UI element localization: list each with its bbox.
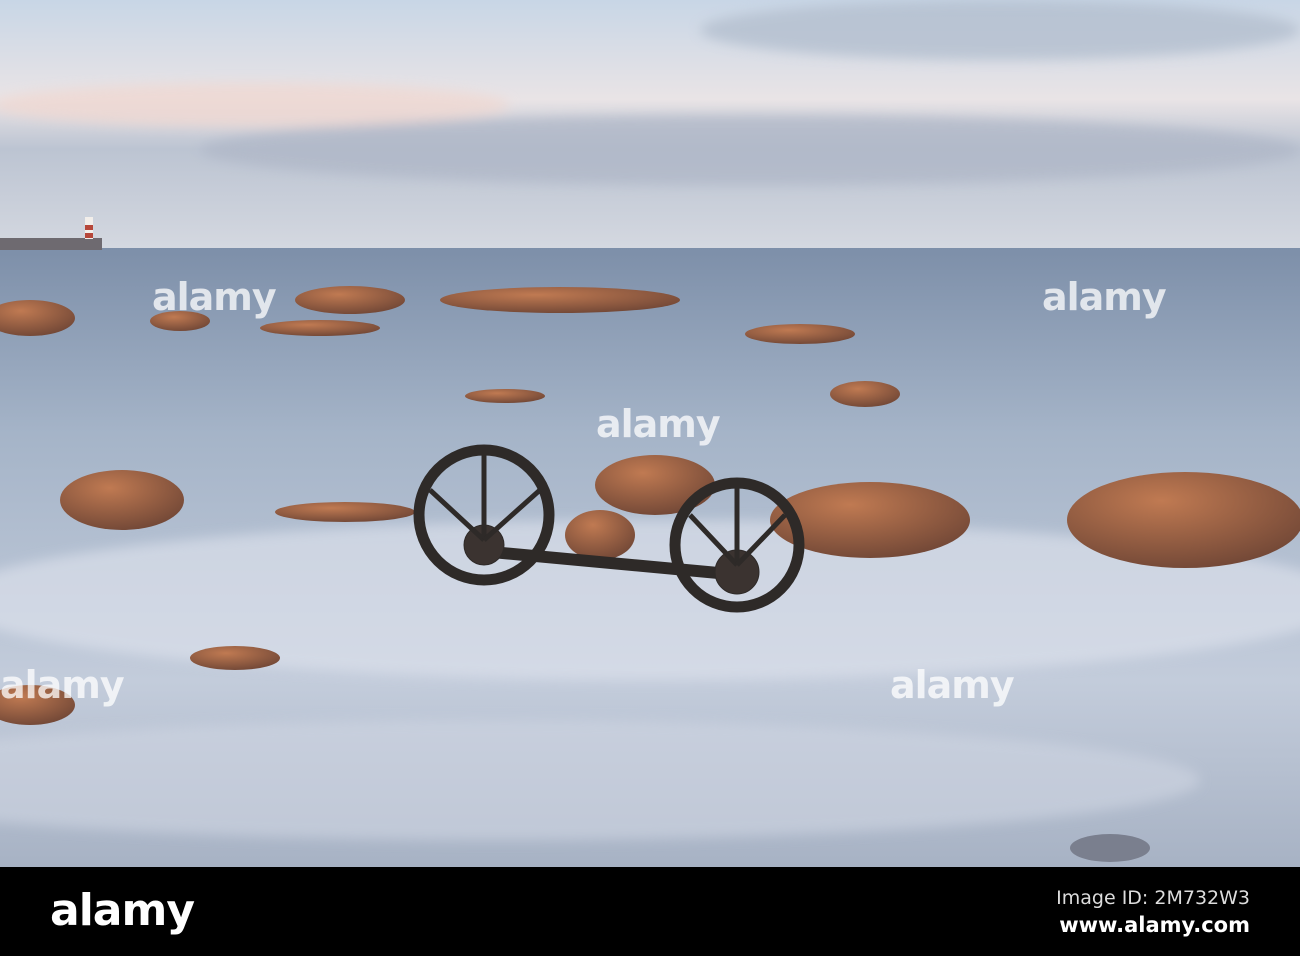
alamy-logo: alamy [50,885,195,936]
watermark-logo: alamy [890,663,1015,707]
image-id: Image ID: 2M732W3 [1056,887,1250,909]
watermark-logo: alamy [152,275,277,319]
watermark-logo: alamy [596,402,721,446]
watermark-logo: alamy [1042,275,1167,319]
site-url: www.alamy.com [1059,913,1250,937]
watermark-logo: alamy [0,663,125,707]
footer-bar: alamy Image ID: 2M732W3 www.alamy.com [0,867,1300,956]
